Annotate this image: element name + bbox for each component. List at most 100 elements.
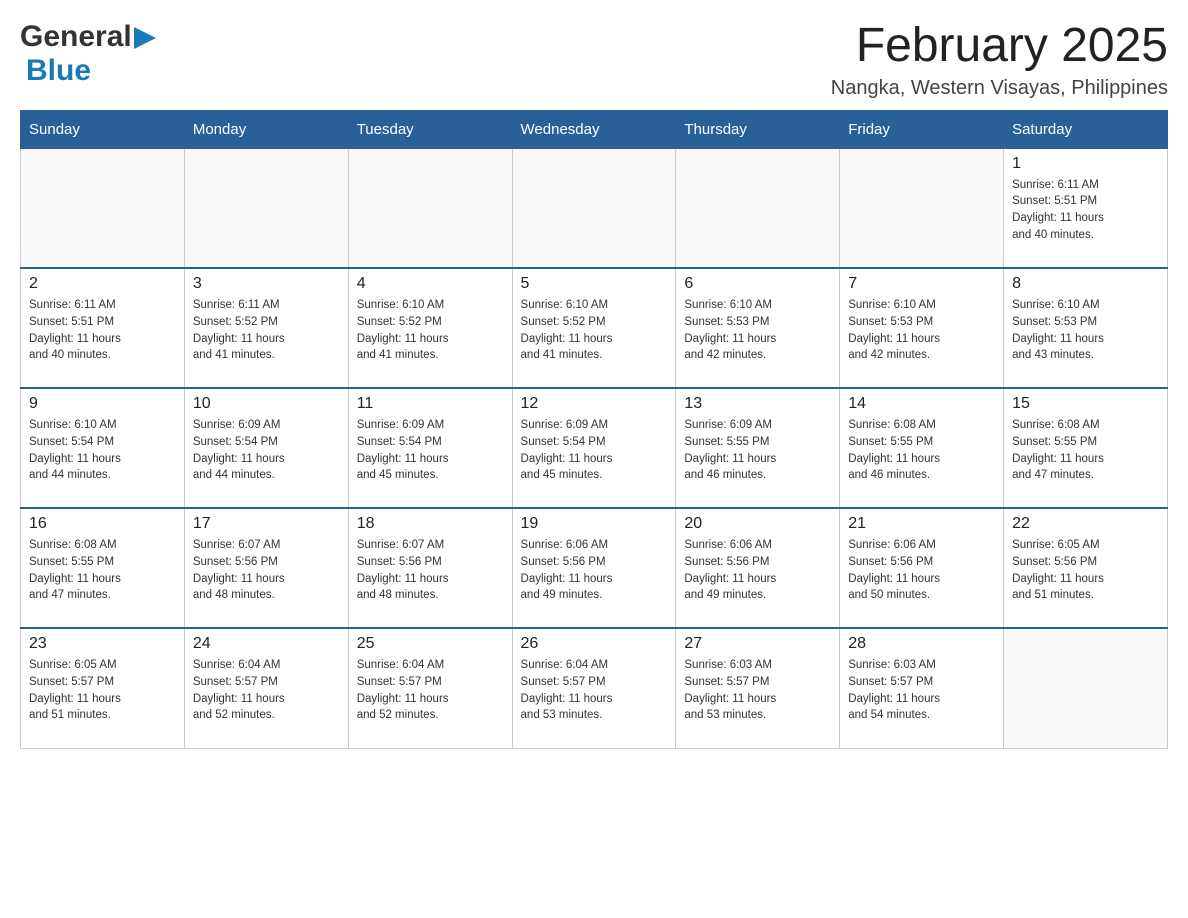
calendar-cell: 24 Sunrise: 6:04 AM Sunset: 5:57 PM Dayli… — [184, 628, 348, 748]
day-info: Sunrise: 6:10 AM Sunset: 5:52 PM Dayligh… — [357, 297, 504, 364]
day-info: Sunrise: 6:09 AM Sunset: 5:55 PM Dayligh… — [684, 417, 831, 484]
page-header: General Blue February 2025 Nangka, Weste… — [20, 20, 1168, 100]
day-info: Sunrise: 6:09 AM Sunset: 5:54 PM Dayligh… — [521, 417, 668, 484]
calendar-cell — [184, 148, 348, 268]
day-info: Sunrise: 6:11 AM Sunset: 5:51 PM Dayligh… — [1012, 177, 1159, 244]
day-number: 1 — [1012, 155, 1159, 173]
day-number: 24 — [193, 635, 340, 653]
day-info: Sunrise: 6:08 AM Sunset: 5:55 PM Dayligh… — [29, 537, 176, 604]
day-info: Sunrise: 6:03 AM Sunset: 5:57 PM Dayligh… — [684, 657, 831, 724]
day-number: 17 — [193, 515, 340, 533]
day-info: Sunrise: 6:05 AM Sunset: 5:57 PM Dayligh… — [29, 657, 176, 724]
calendar-cell: 6 Sunrise: 6:10 AM Sunset: 5:53 PM Daylig… — [676, 268, 840, 388]
calendar-cell: 4 Sunrise: 6:10 AM Sunset: 5:52 PM Daylig… — [348, 268, 512, 388]
calendar-cell: 14Sunrise: 6:08 AM Sunset: 5:55 PM Dayli… — [840, 388, 1004, 508]
day-number: 4 — [357, 275, 504, 293]
calendar-header-monday: Monday — [184, 110, 348, 148]
calendar-cell: 3 Sunrise: 6:11 AM Sunset: 5:52 PM Daylig… — [184, 268, 348, 388]
day-info: Sunrise: 6:06 AM Sunset: 5:56 PM Dayligh… — [521, 537, 668, 604]
calendar-header-friday: Friday — [840, 110, 1004, 148]
day-number: 28 — [848, 635, 995, 653]
calendar-cell: 16 Sunrise: 6:08 AM Sunset: 5:55 PM Dayli… — [21, 508, 185, 628]
calendar-cell — [1004, 628, 1168, 748]
day-info: Sunrise: 6:10 AM Sunset: 5:52 PM Dayligh… — [521, 297, 668, 364]
day-info: Sunrise: 6:10 AM Sunset: 5:53 PM Dayligh… — [848, 297, 995, 364]
calendar-header-row: SundayMondayTuesdayWednesdayThursdayFrid… — [21, 110, 1168, 148]
calendar-cell: 13Sunrise: 6:09 AM Sunset: 5:55 PM Dayli… — [676, 388, 840, 508]
calendar-cell: 25 Sunrise: 6:04 AM Sunset: 5:57 PM Dayli… — [348, 628, 512, 748]
day-number: 12 — [521, 395, 668, 413]
day-info: Sunrise: 6:07 AM Sunset: 5:56 PM Dayligh… — [193, 537, 340, 604]
calendar-cell — [840, 148, 1004, 268]
day-number: 16 — [29, 515, 176, 533]
day-number: 14 — [848, 395, 995, 413]
day-number: 11 — [357, 395, 504, 413]
day-number: 2 — [29, 275, 176, 293]
calendar-cell: 19 Sunrise: 6:06 AM Sunset: 5:56 PM Dayli… — [512, 508, 676, 628]
day-info: Sunrise: 6:06 AM Sunset: 5:56 PM Dayligh… — [684, 537, 831, 604]
calendar-cell — [348, 148, 512, 268]
calendar-week-1: 1 Sunrise: 6:11 AM Sunset: 5:51 PM Daylig… — [21, 148, 1168, 268]
calendar-week-3: 9 Sunrise: 6:10 AM Sunset: 5:54 PM Daylig… — [21, 388, 1168, 508]
calendar-cell: 21Sunrise: 6:06 AM Sunset: 5:56 PM Dayli… — [840, 508, 1004, 628]
day-number: 27 — [684, 635, 831, 653]
day-number: 26 — [521, 635, 668, 653]
day-info: Sunrise: 6:03 AM Sunset: 5:57 PM Dayligh… — [848, 657, 995, 724]
calendar-cell: 12 Sunrise: 6:09 AM Sunset: 5:54 PM Dayli… — [512, 388, 676, 508]
logo-blue-text: Blue — [26, 54, 91, 87]
calendar-cell: 1 Sunrise: 6:11 AM Sunset: 5:51 PM Daylig… — [1004, 148, 1168, 268]
calendar-week-4: 16 Sunrise: 6:08 AM Sunset: 5:55 PM Dayli… — [21, 508, 1168, 628]
calendar-week-5: 23 Sunrise: 6:05 AM Sunset: 5:57 PM Dayli… — [21, 628, 1168, 748]
day-number: 6 — [684, 275, 831, 293]
day-info: Sunrise: 6:06 AM Sunset: 5:56 PM Dayligh… — [848, 537, 995, 604]
day-info: Sunrise: 6:05 AM Sunset: 5:56 PM Dayligh… — [1012, 537, 1159, 604]
logo: General Blue — [20, 20, 156, 88]
calendar-cell: 18 Sunrise: 6:07 AM Sunset: 5:56 PM Dayli… — [348, 508, 512, 628]
calendar-cell: 26 Sunrise: 6:04 AM Sunset: 5:57 PM Dayli… — [512, 628, 676, 748]
day-number: 10 — [193, 395, 340, 413]
day-info: Sunrise: 6:11 AM Sunset: 5:52 PM Dayligh… — [193, 297, 340, 364]
day-number: 15 — [1012, 395, 1159, 413]
calendar-cell: 11 Sunrise: 6:09 AM Sunset: 5:54 PM Dayli… — [348, 388, 512, 508]
calendar-header-sunday: Sunday — [21, 110, 185, 148]
day-number: 23 — [29, 635, 176, 653]
calendar-cell — [676, 148, 840, 268]
day-info: Sunrise: 6:09 AM Sunset: 5:54 PM Dayligh… — [193, 417, 340, 484]
day-number: 22 — [1012, 515, 1159, 533]
day-number: 5 — [521, 275, 668, 293]
day-info: Sunrise: 6:04 AM Sunset: 5:57 PM Dayligh… — [357, 657, 504, 724]
calendar-header-wednesday: Wednesday — [512, 110, 676, 148]
day-info: Sunrise: 6:11 AM Sunset: 5:51 PM Dayligh… — [29, 297, 176, 364]
day-info: Sunrise: 6:10 AM Sunset: 5:54 PM Dayligh… — [29, 417, 176, 484]
day-number: 7 — [848, 275, 995, 293]
calendar-cell: 28 Sunrise: 6:03 AM Sunset: 5:57 PM Dayli… — [840, 628, 1004, 748]
calendar-cell — [512, 148, 676, 268]
calendar-cell: 22 Sunrise: 6:05 AM Sunset: 5:56 PM Dayli… — [1004, 508, 1168, 628]
calendar-table: SundayMondayTuesdayWednesdayThursdayFrid… — [20, 110, 1168, 749]
day-info: Sunrise: 6:09 AM Sunset: 5:54 PM Dayligh… — [357, 417, 504, 484]
calendar-cell — [21, 148, 185, 268]
calendar-cell: 20 Sunrise: 6:06 AM Sunset: 5:56 PM Dayli… — [676, 508, 840, 628]
calendar-week-2: 2 Sunrise: 6:11 AM Sunset: 5:51 PM Daylig… — [21, 268, 1168, 388]
day-info: Sunrise: 6:10 AM Sunset: 5:53 PM Dayligh… — [684, 297, 831, 364]
logo-triangle-icon — [134, 27, 156, 49]
calendar-header-saturday: Saturday — [1004, 110, 1168, 148]
calendar-cell: 5 Sunrise: 6:10 AM Sunset: 5:52 PM Daylig… — [512, 268, 676, 388]
calendar-header-thursday: Thursday — [676, 110, 840, 148]
month-title: February 2025 — [831, 20, 1168, 73]
logo-general-text: General — [20, 20, 132, 54]
day-info: Sunrise: 6:04 AM Sunset: 5:57 PM Dayligh… — [193, 657, 340, 724]
day-number: 19 — [521, 515, 668, 533]
day-info: Sunrise: 6:04 AM Sunset: 5:57 PM Dayligh… — [521, 657, 668, 724]
calendar-header-tuesday: Tuesday — [348, 110, 512, 148]
day-number: 3 — [193, 275, 340, 293]
day-number: 9 — [29, 395, 176, 413]
location-title: Nangka, Western Visayas, Philippines — [831, 77, 1168, 100]
day-number: 20 — [684, 515, 831, 533]
day-number: 18 — [357, 515, 504, 533]
day-number: 25 — [357, 635, 504, 653]
calendar-cell: 9 Sunrise: 6:10 AM Sunset: 5:54 PM Daylig… — [21, 388, 185, 508]
calendar-cell: 15Sunrise: 6:08 AM Sunset: 5:55 PM Dayli… — [1004, 388, 1168, 508]
day-info: Sunrise: 6:10 AM Sunset: 5:53 PM Dayligh… — [1012, 297, 1159, 364]
day-info: Sunrise: 6:07 AM Sunset: 5:56 PM Dayligh… — [357, 537, 504, 604]
